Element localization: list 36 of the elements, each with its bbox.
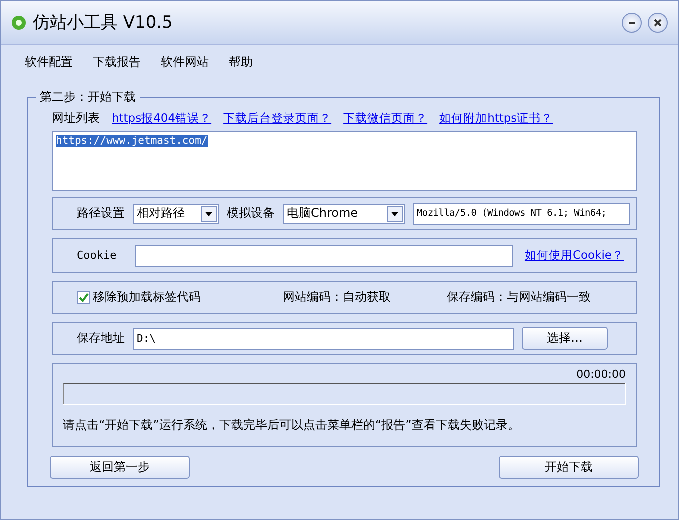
device-label: 模拟设备 — [227, 205, 275, 222]
checkbox-label[interactable]: 移除预加载标签代码 — [93, 289, 201, 306]
url-list-field[interactable]: https://www.jetmast.com/ — [52, 131, 637, 191]
save-encoding-text: 保存编码：与网站编码一致 — [447, 289, 591, 306]
close-button[interactable] — [648, 12, 668, 32]
save-path-field[interactable]: D:\ — [133, 328, 514, 350]
menu-item[interactable]: 软件网站 — [161, 54, 209, 70]
site-encoding-text: 网站编码：自动获取 — [283, 289, 391, 306]
path-label: 路径设置 — [77, 205, 125, 222]
close-icon — [654, 18, 662, 26]
back-button[interactable]: 返回第一步 — [50, 456, 190, 479]
minimize-button[interactable] — [622, 12, 642, 32]
url-list-label: 网址列表 — [52, 110, 100, 127]
device-dropdown[interactable]: 电脑Chrome — [283, 204, 405, 224]
start-download-button[interactable]: 开始下载 — [499, 456, 639, 479]
cookie-field[interactable] — [135, 244, 513, 266]
save-path-label: 保存地址 — [77, 330, 125, 347]
help-link[interactable]: 下载微信页面？ — [344, 111, 428, 126]
help-link[interactable]: 如何附加https证书？ — [440, 111, 554, 126]
window-title: 仿站小工具 V10.5 — [33, 12, 174, 34]
app-icon — [11, 14, 27, 30]
elapsed-time: 00:00:00 — [576, 368, 626, 381]
cookie-help-link[interactable]: 如何使用Cookie？ — [524, 248, 624, 263]
path-dropdown[interactable]: 相对路径 — [133, 204, 219, 224]
user-agent-field[interactable]: Mozilla/5.0 (Windows NT 6.1; Win64; — [413, 202, 630, 224]
menu-item[interactable]: 帮助 — [229, 54, 253, 70]
choose-button[interactable]: 选择… — [522, 327, 608, 350]
menu-item[interactable]: 下载报告 — [93, 54, 141, 70]
checkbox[interactable] — [77, 291, 90, 304]
help-link[interactable]: https报404错误？ — [112, 111, 212, 126]
cookie-label: Cookie — [77, 249, 118, 262]
menu-item[interactable]: 软件配置 — [25, 54, 73, 70]
help-link[interactable]: 下载后台登录页面？ — [224, 111, 332, 126]
instruction-text: 请点击“开始下载”运行系统，下载完毕后可以点击菜单栏的“报告”查看下载失败记录。 — [63, 417, 521, 434]
checkmark-icon — [78, 292, 88, 302]
group-title: 第二步：开始下载 — [39, 89, 137, 106]
